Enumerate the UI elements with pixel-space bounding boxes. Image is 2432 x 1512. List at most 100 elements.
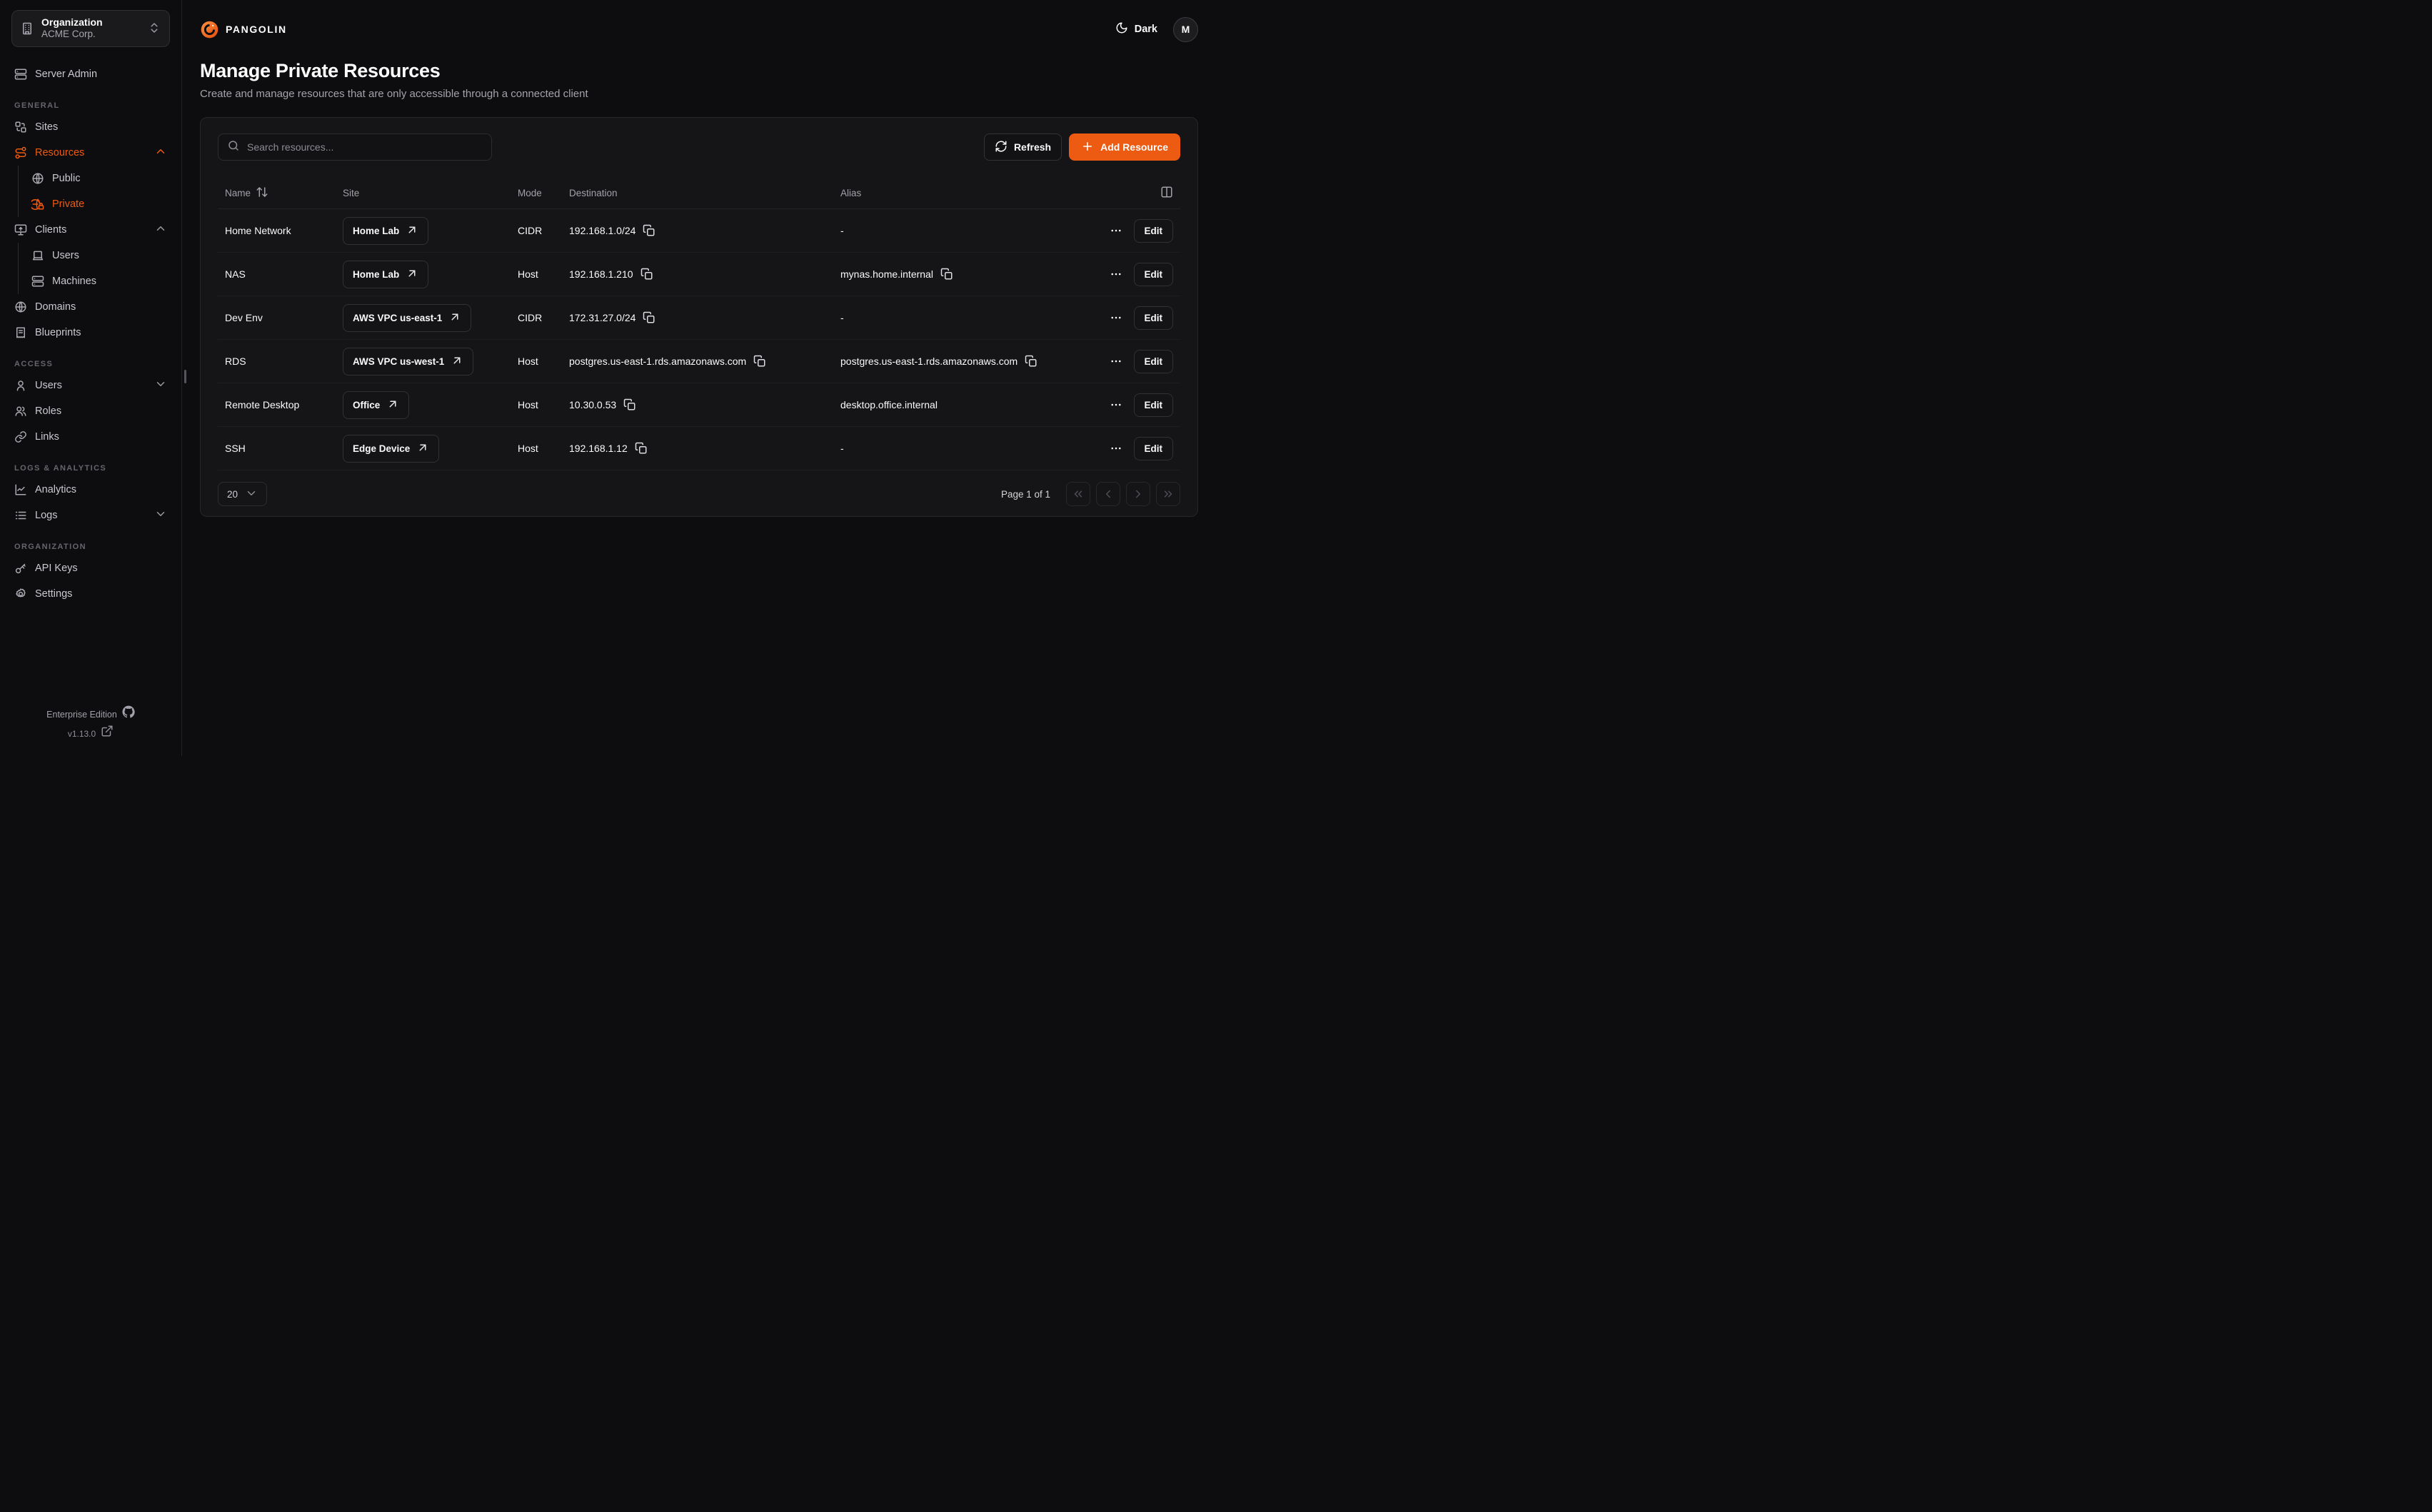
- ellipsis-icon: [1110, 398, 1122, 411]
- toolbar-actions: Refresh Add Resource: [984, 133, 1180, 161]
- edition-line[interactable]: Enterprise Edition: [11, 705, 170, 725]
- sidebar-item-label: Machines: [52, 276, 96, 287]
- route-icon: [14, 146, 27, 159]
- edit-button[interactable]: Edit: [1134, 350, 1174, 373]
- chevron-up-icon: [154, 222, 167, 238]
- copy-icon: [640, 268, 653, 281]
- copy-icon: [940, 268, 953, 281]
- version-line[interactable]: v1.13.0: [11, 725, 170, 743]
- row-menu-button[interactable]: [1110, 442, 1122, 455]
- sidebar-item-label: Users: [35, 380, 62, 391]
- row-menu-button[interactable]: [1110, 398, 1122, 411]
- sidebar-item-links[interactable]: Links: [11, 424, 170, 450]
- row-menu-button[interactable]: [1110, 224, 1122, 237]
- section-label-organization: ORGANIZATION: [14, 543, 167, 551]
- sidebar-item-machines[interactable]: Machines: [29, 268, 170, 294]
- section-label-general: GENERAL: [14, 101, 167, 110]
- resource-mode: Host: [518, 399, 538, 410]
- sidebar-item-label: Domains: [35, 301, 76, 313]
- building-icon: [21, 22, 34, 35]
- copy-destination-button[interactable]: [640, 268, 653, 281]
- sidebar-item-private[interactable]: Private: [29, 191, 170, 217]
- previous-page-button[interactable]: [1096, 482, 1120, 506]
- column-visibility-button[interactable]: [1160, 186, 1173, 201]
- gear-icon: [14, 588, 27, 600]
- sidebar-item-public[interactable]: Public: [29, 166, 170, 191]
- sidebar-item-users[interactable]: Users: [11, 373, 170, 398]
- copy-destination-button[interactable]: [635, 442, 648, 455]
- copy-alias-button[interactable]: [940, 268, 953, 281]
- copy-alias-button[interactable]: [1025, 355, 1037, 368]
- sidebar-item-label: Users: [52, 250, 79, 261]
- site-link-button[interactable]: AWS VPC us-east-1: [343, 304, 471, 332]
- list-icon: [14, 509, 27, 522]
- brand[interactable]: PANGOLIN: [200, 20, 287, 39]
- copy-destination-button[interactable]: [623, 398, 636, 411]
- search-icon: [227, 139, 240, 156]
- server-icon: [31, 275, 44, 288]
- ellipsis-icon: [1110, 355, 1122, 368]
- edit-button[interactable]: Edit: [1134, 219, 1174, 243]
- chevrons-up-down-icon: [148, 21, 161, 36]
- column-header-name: Name: [225, 188, 251, 198]
- server-icon: [14, 68, 27, 81]
- sidebar-item-sites[interactable]: Sites: [11, 114, 170, 140]
- add-resource-button[interactable]: Add Resource: [1069, 133, 1180, 161]
- sidebar-item-roles[interactable]: Roles: [11, 398, 170, 424]
- resource-name: RDS: [225, 356, 246, 367]
- table-row: SSH Edge Device Host 192.168.1.12 - Edit: [218, 427, 1180, 470]
- site-link-button[interactable]: Edge Device: [343, 435, 439, 463]
- pager: Page 1 of 1: [1001, 482, 1180, 506]
- ellipsis-icon: [1110, 442, 1122, 455]
- last-page-button[interactable]: [1156, 482, 1180, 506]
- copy-destination-button[interactable]: [643, 224, 655, 237]
- row-menu-button[interactable]: [1110, 268, 1122, 281]
- sidebar-scrollbar-thumb[interactable]: [184, 370, 186, 383]
- sidebar-item-server-admin[interactable]: Server Admin: [11, 61, 170, 87]
- chevron-down-icon: [154, 378, 167, 393]
- row-menu-button[interactable]: [1110, 355, 1122, 368]
- search-input[interactable]: [247, 141, 483, 153]
- resource-name: Home Network: [225, 225, 291, 236]
- sidebar-item-analytics[interactable]: Analytics: [11, 477, 170, 503]
- sidebar-item-settings[interactable]: Settings: [11, 581, 170, 607]
- table-row: RDS AWS VPC us-west-1 Host postgres.us-e…: [218, 340, 1180, 383]
- copy-destination-button[interactable]: [643, 311, 655, 324]
- table-row: Remote Desktop Office Host 10.30.0.53 de…: [218, 383, 1180, 427]
- site-link-button[interactable]: Office: [343, 391, 409, 419]
- sidebar-item-logs[interactable]: Logs: [11, 503, 170, 528]
- site-link-button[interactable]: Home Lab: [343, 217, 428, 245]
- site-link-button[interactable]: AWS VPC us-west-1: [343, 348, 473, 376]
- row-menu-button[interactable]: [1110, 311, 1122, 324]
- site-name: Edge Device: [353, 443, 410, 454]
- next-page-button[interactable]: [1126, 482, 1150, 506]
- ellipsis-icon: [1110, 268, 1122, 281]
- edit-button[interactable]: Edit: [1134, 306, 1174, 330]
- site-link-button[interactable]: Home Lab: [343, 261, 428, 288]
- edit-button[interactable]: Edit: [1134, 393, 1174, 417]
- organization-switcher[interactable]: Organization ACME Corp.: [11, 10, 170, 47]
- resource-alias: mynas.home.internal: [840, 268, 933, 280]
- topbar-right: Dark M: [1115, 17, 1198, 42]
- sidebar-item-client-users[interactable]: Users: [29, 243, 170, 268]
- sort-by-name-button[interactable]: Name: [225, 186, 268, 201]
- sidebar-item-blueprints[interactable]: Blueprints: [11, 320, 170, 346]
- refresh-button[interactable]: Refresh: [984, 133, 1062, 161]
- theme-toggle-button[interactable]: Dark: [1115, 21, 1157, 37]
- resource-alias: postgres.us-east-1.rds.amazonaws.com: [840, 356, 1017, 367]
- sidebar-item-clients[interactable]: Clients: [11, 217, 170, 243]
- edit-button[interactable]: Edit: [1134, 437, 1174, 460]
- user-avatar[interactable]: M: [1173, 17, 1198, 42]
- sidebar-item-api-keys[interactable]: API Keys: [11, 555, 170, 581]
- user-icon: [14, 379, 27, 392]
- page-size-select[interactable]: 20: [218, 482, 267, 506]
- sidebar-item-resources[interactable]: Resources: [11, 140, 170, 166]
- sidebar-item-label: Sites: [35, 121, 58, 133]
- edit-button[interactable]: Edit: [1134, 263, 1174, 286]
- sidebar-item-domains[interactable]: Domains: [11, 294, 170, 320]
- moon-icon: [1115, 21, 1128, 37]
- chevron-left-icon: [1102, 488, 1115, 500]
- first-page-button[interactable]: [1066, 482, 1090, 506]
- copy-destination-button[interactable]: [753, 355, 766, 368]
- users-icon: [14, 405, 27, 418]
